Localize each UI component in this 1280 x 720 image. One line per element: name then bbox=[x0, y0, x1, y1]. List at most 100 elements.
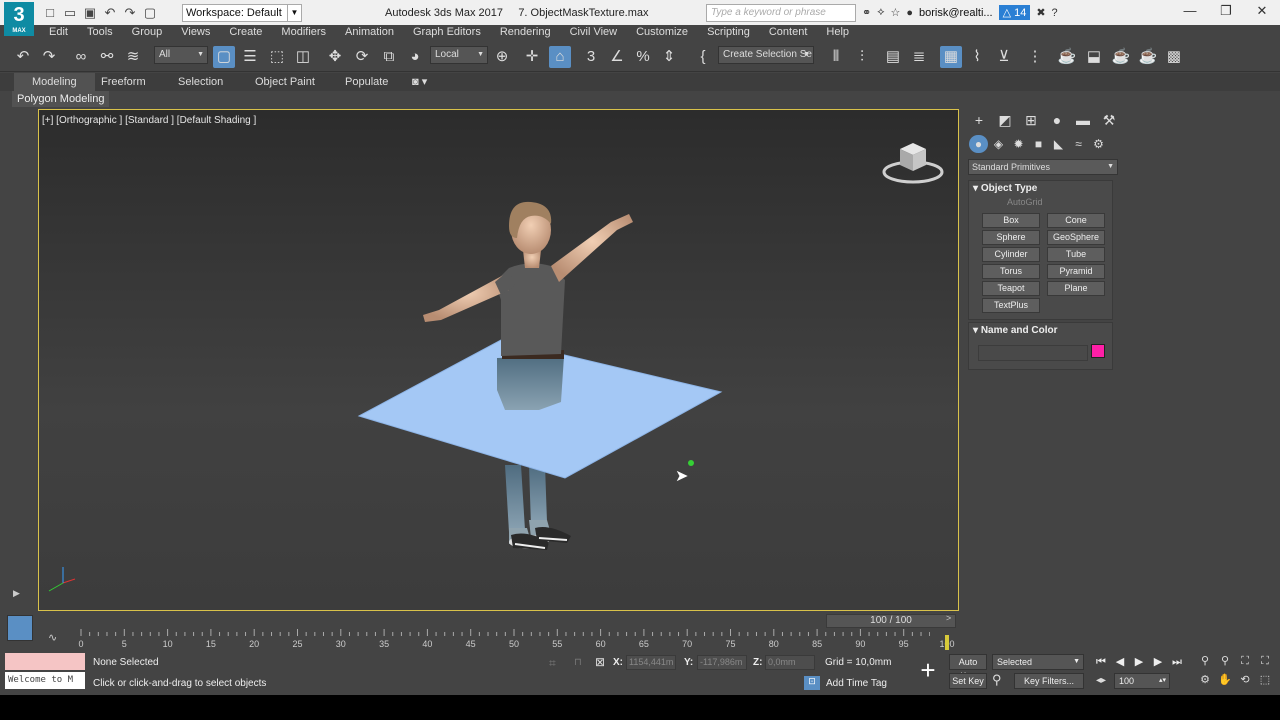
menu-group[interactable]: Group bbox=[132, 25, 163, 42]
name-color-rollout-header[interactable]: ▾ Name and Color bbox=[969, 323, 1112, 339]
tab-freeform[interactable]: Freeform bbox=[83, 73, 164, 91]
play-icon[interactable]: ▶ bbox=[1132, 655, 1146, 669]
pyramid-button[interactable]: Pyramid bbox=[1047, 264, 1105, 279]
add-time-tag[interactable]: Add Time Tag bbox=[826, 678, 887, 689]
cone-button[interactable]: Cone bbox=[1047, 213, 1105, 228]
utilities-tab-icon[interactable]: ⚒ bbox=[1099, 111, 1119, 129]
select-object-icon[interactable]: ▢ bbox=[213, 46, 235, 68]
select-by-name-icon[interactable]: ☰ bbox=[239, 46, 261, 68]
zoom-icon[interactable]: ⚲ bbox=[1196, 654, 1214, 669]
orbit-icon[interactable]: ⟲ bbox=[1236, 673, 1254, 688]
autogrid-checkbox[interactable]: AutoGrid bbox=[969, 197, 1112, 210]
menu-modifiers[interactable]: Modifiers bbox=[281, 25, 326, 42]
minimize-icon[interactable]: — bbox=[1172, 0, 1208, 22]
box-button[interactable]: Box bbox=[982, 213, 1040, 228]
maxscript-listener-input[interactable]: Welcome to M bbox=[5, 672, 85, 689]
viewcube-icon[interactable] bbox=[882, 137, 944, 187]
current-frame-field[interactable]: 100 ▴▾ bbox=[1114, 673, 1170, 689]
undo-icon[interactable]: ↶ bbox=[102, 5, 118, 21]
create-tab-icon[interactable]: + bbox=[969, 111, 989, 129]
keyboard-shortcut-toggle-icon[interactable]: ⌂ bbox=[549, 46, 571, 68]
unlink-icon[interactable]: ⚯ bbox=[96, 46, 118, 68]
menu-animation[interactable]: Animation bbox=[345, 25, 394, 42]
menu-help[interactable]: Help bbox=[826, 25, 849, 42]
key-mode-toggle-icon[interactable]: ◂▸ bbox=[1096, 675, 1106, 686]
undo-icon[interactable]: ↶ bbox=[12, 46, 34, 68]
menu-customize[interactable]: Customize bbox=[636, 25, 688, 42]
time-configuration-icon[interactable]: ⚙ bbox=[1196, 673, 1214, 688]
geosphere-button[interactable]: GeoSphere bbox=[1047, 230, 1105, 245]
rendered-frame-window-icon[interactable]: ⬓ bbox=[1083, 46, 1105, 68]
new-file-icon[interactable]: □ bbox=[42, 5, 58, 21]
absolute-mode-icon[interactable]: ⊠ bbox=[595, 655, 605, 669]
percent-snap-icon[interactable]: % bbox=[632, 46, 654, 68]
shapes-icon[interactable]: ◈ bbox=[989, 135, 1008, 153]
move-icon[interactable]: ✥ bbox=[324, 46, 346, 68]
textplus-button[interactable]: TextPlus bbox=[982, 298, 1040, 313]
pivot-center-icon[interactable]: ⊕ bbox=[491, 46, 513, 68]
hierarchy-tab-icon[interactable]: ⊞ bbox=[1021, 111, 1041, 129]
viewport-perspective[interactable]: [+] [Orthographic ] [Standard ] [Default… bbox=[38, 109, 959, 611]
redo-icon[interactable]: ↷ bbox=[122, 5, 138, 21]
align-icon[interactable]: ⫶ bbox=[851, 46, 873, 68]
render-iterative-icon[interactable]: ☕ bbox=[1137, 46, 1159, 68]
redo-icon[interactable]: ↷ bbox=[38, 46, 60, 68]
toggle-ribbon-icon[interactable]: ▦ bbox=[940, 46, 962, 68]
zoom-all-icon[interactable]: ⚲ bbox=[1216, 654, 1234, 669]
go-to-start-icon[interactable]: ⏮ bbox=[1094, 655, 1108, 669]
time-tag-icon[interactable]: ⊡ bbox=[804, 676, 820, 690]
render-production-icon[interactable]: ☕ bbox=[1110, 46, 1132, 68]
mini-curve-editor-icon[interactable] bbox=[7, 615, 33, 641]
named-selection-dropdown[interactable]: Create Selection Se ▼ bbox=[718, 46, 814, 64]
helpers-icon[interactable]: ◣ bbox=[1049, 135, 1068, 153]
scale-icon[interactable]: ⧉ bbox=[378, 46, 400, 68]
maxscript-listener-output[interactable] bbox=[5, 653, 85, 670]
primitive-category-dropdown[interactable]: Standard Primitives ▼ bbox=[968, 159, 1118, 175]
window-crossing-icon[interactable]: ◫ bbox=[292, 46, 314, 68]
exchange-icon[interactable]: ✖ bbox=[1036, 6, 1045, 19]
tab-object-paint[interactable]: Object Paint bbox=[237, 73, 333, 91]
key-mode-dropdown[interactable]: Selected ▼ bbox=[992, 654, 1084, 670]
time-slider[interactable]: 100 / 100 bbox=[826, 614, 956, 628]
layer-explorer-icon[interactable]: ≣ bbox=[908, 46, 930, 68]
go-to-end-icon[interactable]: ⏭ bbox=[1170, 655, 1184, 669]
polygon-modeling-panel[interactable]: Polygon Modeling bbox=[12, 91, 110, 107]
link-icon[interactable]: ∞ bbox=[70, 46, 92, 68]
object-color-swatch[interactable] bbox=[1091, 344, 1105, 358]
menu-create[interactable]: Create bbox=[229, 25, 262, 42]
project-folder-icon[interactable]: ▢ bbox=[142, 5, 158, 21]
render-setup-icon[interactable]: ☕ bbox=[1056, 46, 1078, 68]
menu-tools[interactable]: Tools bbox=[87, 25, 113, 42]
maximize-icon[interactable]: ❐ bbox=[1208, 0, 1244, 22]
curve-toggle-icon[interactable]: ∿ bbox=[48, 631, 57, 644]
star-icon[interactable]: ☆ bbox=[891, 6, 901, 19]
tab-selection[interactable]: Selection bbox=[160, 73, 241, 91]
menu-views[interactable]: Views bbox=[181, 25, 210, 42]
key-tangent-icon[interactable]: ⚲ bbox=[992, 672, 1002, 688]
user-icon[interactable]: ● bbox=[906, 7, 913, 19]
next-frame-arrow-icon[interactable]: > bbox=[946, 613, 951, 623]
material-editor-icon[interactable]: ⋮ bbox=[1024, 46, 1046, 68]
set-key-button[interactable]: Set Key bbox=[949, 673, 987, 689]
open-file-icon[interactable]: ▭ bbox=[62, 5, 78, 21]
notifications-badge[interactable]: △ 14 bbox=[998, 5, 1031, 20]
angle-snap-icon[interactable]: ∠ bbox=[606, 46, 628, 68]
select-manipulate-icon[interactable]: ✛ bbox=[521, 46, 543, 68]
geometry-icon[interactable]: ● bbox=[969, 135, 988, 153]
close-icon[interactable]: ✕ bbox=[1244, 0, 1280, 22]
save-icon[interactable]: ▣ bbox=[82, 5, 98, 21]
display-tab-icon[interactable]: ▬ bbox=[1073, 111, 1093, 129]
y-coordinate-field[interactable]: -117,986m bbox=[697, 655, 747, 670]
x-coordinate-field[interactable]: 1154,441m bbox=[626, 655, 676, 670]
binoculars-icon[interactable]: ⚭ bbox=[862, 6, 871, 19]
cylinder-button[interactable]: Cylinder bbox=[982, 247, 1040, 262]
schematic-view-icon[interactable]: ⊻ bbox=[993, 46, 1015, 68]
app-logo[interactable]: 3 MAX bbox=[4, 2, 34, 36]
object-name-field[interactable] bbox=[978, 345, 1088, 361]
z-coordinate-field[interactable]: 0,0mm bbox=[765, 655, 815, 670]
menu-graph-editors[interactable]: Graph Editors bbox=[413, 25, 481, 42]
frame-ruler[interactable]: 0510152025303540455055606570758085909510… bbox=[64, 629, 955, 649]
systems-icon[interactable]: ⚙ bbox=[1089, 135, 1108, 153]
menu-content[interactable]: Content bbox=[769, 25, 808, 42]
maximize-viewport-icon[interactable]: ⬚ bbox=[1256, 673, 1274, 688]
